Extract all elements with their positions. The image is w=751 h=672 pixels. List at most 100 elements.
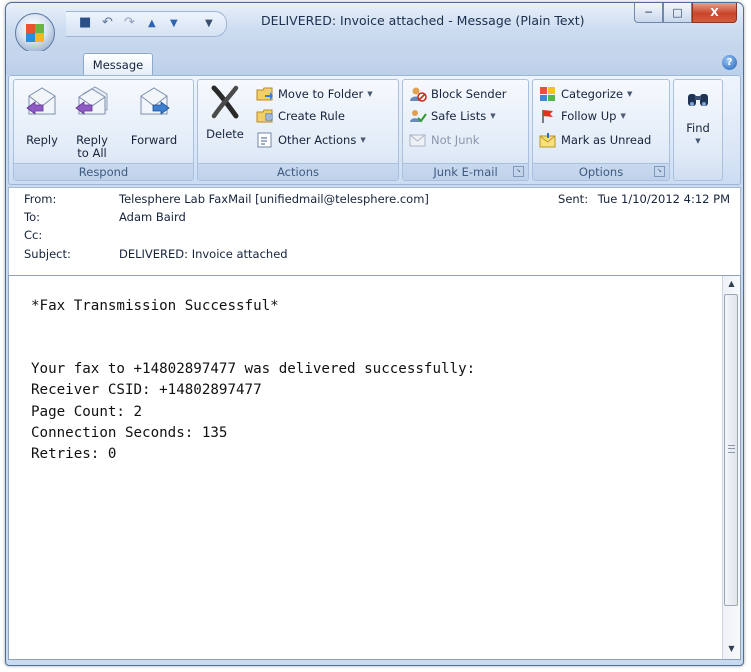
office-logo-icon [26,24,44,42]
not-junk-label: Not Junk [431,133,480,147]
create-rule-label: Create Rule [278,109,345,123]
find-label: Find [686,121,710,135]
sent-value: Tue 1/10/2012 4:12 PM [597,192,730,206]
vertical-scrollbar[interactable]: ▲ ▼ [722,276,740,659]
delete-button[interactable]: Delete [202,84,248,141]
body-line: Your fax to +14802897477 was delivered s… [31,361,476,377]
reply-all-button[interactable]: Reply to All [70,84,114,160]
forward-label: Forward [130,133,178,147]
outlook-message-window: ■ ↶ ↷ ▲ ▼ ▼ DELIVERED: Invoice attached … [5,2,744,666]
not-junk-button[interactable]: Not Junk [409,130,479,150]
safe-lists-button[interactable]: Safe Lists ▼ [409,106,496,126]
quick-access-toolbar: ■ ↶ ↷ ▲ ▼ ▼ [66,11,227,37]
close-button[interactable]: X [692,3,737,23]
move-to-folder-button[interactable]: Move to Folder ▼ [256,84,373,104]
sent-row: Sent: Tue 1/10/2012 4:12 PM [558,192,730,206]
scroll-down-icon[interactable]: ▼ [724,641,739,657]
follow-up-button[interactable]: Follow Up ▼ [539,106,626,126]
message-header: From: Telesphere Lab FaxMail [unifiedmai… [8,187,741,279]
previous-item-icon[interactable]: ▲ [148,18,156,29]
scroll-grip-icon [728,445,735,453]
find-button[interactable]: Find ▼ [677,88,719,148]
window-title: DELIVERED: Invoice attached - Message (P… [261,13,585,28]
other-actions-button[interactable]: Other Actions ▼ [256,130,366,150]
ribbon-tab-row: Message ? [6,51,743,76]
dialog-launcher-icon[interactable]: ↘ [654,166,665,177]
follow-up-label: Follow Up [561,109,617,123]
junk-email-group: Block Sender Safe Lists ▼ Not Junk Junk … [402,79,529,181]
safe-lists-label: Safe Lists [431,109,487,123]
save-icon[interactable]: ■ [79,15,91,30]
subject-value: DELIVERED: Invoice attached [119,247,288,261]
junk-email-label-text: Junk E-mail [433,165,498,179]
dropdown-arrow-icon: ▼ [695,137,701,145]
other-actions-label: Other Actions [278,133,357,147]
reply-button[interactable]: Reply [20,84,64,147]
window-controls: ─ □ X [634,3,737,27]
to-label: To: [24,210,40,224]
not-junk-icon [409,132,427,148]
minimize-button[interactable]: ─ [634,3,663,23]
junk-email-group-label: Junk E-mail ↘ [403,163,528,180]
dropdown-arrow-icon: ▼ [620,112,626,120]
customize-icon[interactable]: ▼ [205,18,213,29]
forward-button[interactable]: Forward [126,84,182,147]
categorize-button[interactable]: Categorize ▼ [539,84,632,104]
reply-all-icon [75,84,109,120]
dropdown-arrow-icon: ▼ [367,90,373,98]
delete-label: Delete [206,127,244,141]
scroll-up-icon[interactable]: ▲ [724,276,739,292]
block-sender-button[interactable]: Block Sender [409,84,507,104]
move-to-folder-icon [256,86,274,102]
mark-as-unread-icon [539,132,557,148]
dropdown-arrow-icon: ▼ [360,136,366,144]
red-flag-icon [539,108,557,124]
next-item-icon[interactable]: ▼ [170,18,178,29]
categorize-icon [539,86,557,102]
dialog-launcher-icon[interactable]: ↘ [513,166,524,177]
safe-lists-icon [409,108,427,124]
office-button[interactable] [15,13,55,53]
actions-group-label: Actions [198,163,398,180]
message-body[interactable]: *Fax Transmission Successful* Your fax t… [8,275,741,660]
scrollbar-thumb[interactable] [724,294,738,606]
from-value[interactable]: Telesphere Lab FaxMail [unifiedmail@tele… [119,192,429,206]
body-line: Receiver CSID: +14802897477 [31,382,262,398]
move-to-folder-label: Move to Folder [278,87,364,101]
binoculars-icon [686,88,710,110]
body-line: Retries: 0 [31,446,117,462]
other-actions-icon [256,132,274,148]
sent-label: Sent: [558,192,589,206]
mark-as-unread-button[interactable]: Mark as Unread [539,130,651,150]
ribbon: Reply Reply to All Forward Respond Delet… [8,75,741,185]
options-group-label: Options ↘ [533,163,669,180]
actions-group: Delete Move to Folder ▼ Create Rule Othe… [197,79,399,181]
respond-group-label: Respond [14,163,193,180]
tab-message[interactable]: Message [83,53,153,76]
subject-label: Subject: [24,247,71,261]
categorize-label: Categorize [561,87,624,101]
body-line: Connection Seconds: 135 [31,425,228,441]
options-group: Categorize ▼ Follow Up ▼ Mark as Unread … [532,79,670,181]
reply-all-label-line2: to All [77,146,107,160]
body-line: *Fax Transmission Successful* [31,298,279,314]
maximize-button[interactable]: □ [663,3,692,23]
options-label-text: Options [578,165,624,179]
from-label: From: [24,192,57,206]
create-rule-button[interactable]: Create Rule [256,106,345,126]
mark-as-unread-label: Mark as Unread [561,133,652,147]
to-value[interactable]: Adam Baird [119,210,186,224]
dropdown-arrow-icon: ▼ [490,112,496,120]
undo-icon[interactable]: ↶ [102,15,113,30]
delete-x-icon [208,84,242,120]
forward-icon [137,84,171,120]
body-line: Page Count: 2 [31,404,143,420]
dropdown-arrow-icon: ▼ [627,90,633,98]
help-icon[interactable]: ? [722,55,737,70]
redo-icon[interactable]: ↷ [124,15,135,30]
reply-label: Reply [26,133,58,147]
create-rule-icon [256,108,274,124]
cc-label: Cc: [24,228,43,242]
reply-all-label: Reply to All [70,134,114,160]
block-sender-label: Block Sender [431,87,507,101]
